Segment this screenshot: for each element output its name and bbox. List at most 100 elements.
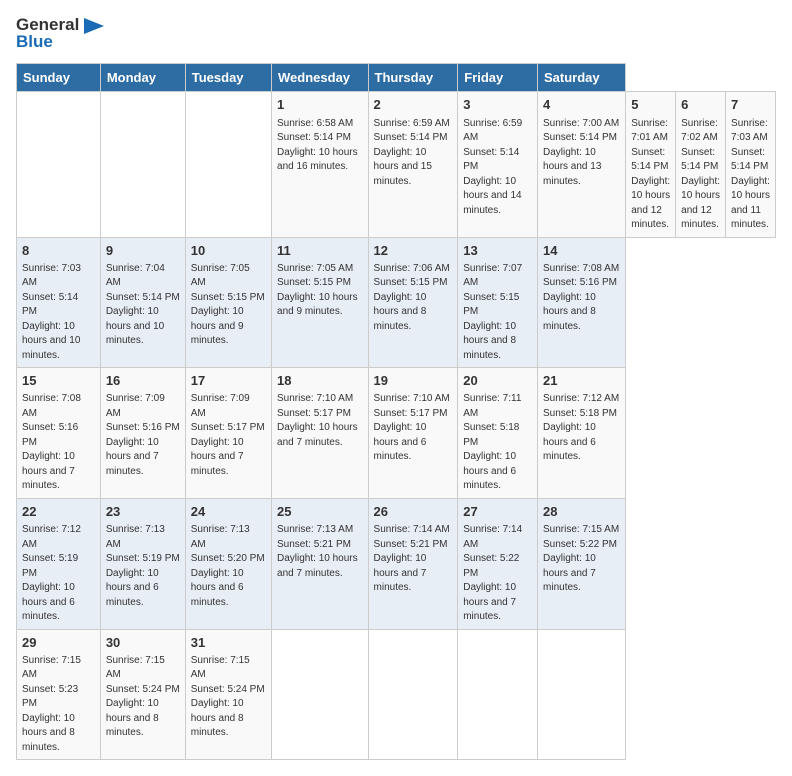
day-number: 26 (374, 503, 453, 521)
calendar-cell (368, 629, 458, 760)
calendar-cell: 3Sunrise: 6:59 AMSunset: 5:14 PMDaylight… (458, 92, 538, 237)
day-number: 17 (191, 372, 266, 390)
day-number: 12 (374, 242, 453, 260)
day-info: Sunrise: 7:14 AMSunset: 5:22 PMDaylight:… (463, 523, 532, 625)
calendar-cell: 10 Sunrise: 7:05 AMSunset: 5:15 PMDayligh… (185, 237, 271, 368)
day-number: 28 (543, 503, 620, 521)
day-info: Sunrise: 6:58 AMSunset: 5:14 PMDaylight:… (277, 117, 363, 175)
calendar-cell: 11Sunrise: 7:05 AMSunset: 5:15 PMDayligh… (272, 237, 369, 368)
week-row-4: 22 Sunrise: 7:12 AMSunset: 5:19 PMDayligh… (17, 498, 776, 629)
header-monday: Monday (100, 64, 185, 92)
calendar-cell: 24 Sunrise: 7:13 AMSunset: 5:20 PMDayligh… (185, 498, 271, 629)
header-friday: Friday (458, 64, 538, 92)
day-number: 22 (22, 503, 95, 521)
calendar-cell: 7 Sunrise: 7:03 AMSunset: 5:14 PMDaylight… (726, 92, 776, 237)
day-info: Sunrise: 7:12 AMSunset: 5:19 PMDaylight:… (22, 523, 95, 625)
calendar-cell: 1 Sunrise: 6:58 AMSunset: 5:14 PMDaylight… (272, 92, 369, 237)
calendar-cell: 13Sunrise: 7:07 AMSunset: 5:15 PMDayligh… (458, 237, 538, 368)
day-info: Sunrise: 7:09 AMSunset: 5:17 PMDaylight:… (191, 392, 266, 479)
day-number: 15 (22, 372, 95, 390)
week-row-5: 29 Sunrise: 7:15 AMSunset: 5:23 PMDayligh… (17, 629, 776, 760)
calendar-cell: 6Sunrise: 7:02 AMSunset: 5:14 PMDaylight… (676, 92, 726, 237)
page-header: General Blue (16, 16, 776, 51)
day-number: 7 (731, 96, 770, 114)
week-row-3: 15 Sunrise: 7:08 AMSunset: 5:16 PMDayligh… (17, 368, 776, 499)
day-number: 9 (106, 242, 180, 260)
calendar-table: SundayMondayTuesdayWednesdayThursdayFrid… (16, 63, 776, 760)
day-number: 13 (463, 242, 532, 260)
day-info: Sunrise: 7:15 AMSunset: 5:24 PMDaylight:… (191, 654, 266, 741)
logo: General Blue (16, 16, 104, 51)
day-info: Sunrise: 6:59 AMSunset: 5:14 PMDaylight:… (463, 117, 532, 219)
header-saturday: Saturday (538, 64, 626, 92)
calendar-cell (458, 629, 538, 760)
day-info: Sunrise: 7:05 AMSunset: 5:15 PMDaylight:… (191, 262, 266, 349)
day-info: Sunrise: 7:15 AMSunset: 5:23 PMDaylight:… (22, 654, 95, 756)
calendar-cell: 21 Sunrise: 7:12 AMSunset: 5:18 PMDayligh… (538, 368, 626, 499)
day-info: Sunrise: 7:14 AMSunset: 5:21 PMDaylight:… (374, 523, 453, 596)
day-info: Sunrise: 7:10 AMSunset: 5:17 PMDaylight:… (277, 392, 363, 450)
calendar-cell: 22 Sunrise: 7:12 AMSunset: 5:19 PMDayligh… (17, 498, 101, 629)
day-number: 19 (374, 372, 453, 390)
day-info: Sunrise: 7:13 AMSunset: 5:20 PMDaylight:… (191, 523, 266, 610)
calendar-cell: 28 Sunrise: 7:15 AMSunset: 5:22 PMDayligh… (538, 498, 626, 629)
calendar-cell: 23 Sunrise: 7:13 AMSunset: 5:19 PMDayligh… (100, 498, 185, 629)
day-info: Sunrise: 7:00 AMSunset: 5:14 PMDaylight:… (543, 117, 620, 190)
day-info: Sunrise: 7:03 AMSunset: 5:14 PMDaylight:… (731, 117, 770, 233)
calendar-cell (185, 92, 271, 237)
header-tuesday: Tuesday (185, 64, 271, 92)
day-number: 21 (543, 372, 620, 390)
day-info: Sunrise: 7:13 AMSunset: 5:19 PMDaylight:… (106, 523, 180, 610)
day-number: 8 (22, 242, 95, 260)
day-info: Sunrise: 7:01 AMSunset: 5:14 PMDaylight:… (631, 117, 670, 233)
calendar-cell: 30Sunrise: 7:15 AMSunset: 5:24 PMDayligh… (100, 629, 185, 760)
calendar-cell: 19 Sunrise: 7:10 AMSunset: 5:17 PMDayligh… (368, 368, 458, 499)
day-info: Sunrise: 7:08 AMSunset: 5:16 PMDaylight:… (543, 262, 620, 335)
day-number: 4 (543, 96, 620, 114)
day-number: 1 (277, 96, 363, 114)
day-number: 25 (277, 503, 363, 521)
calendar-cell: 31 Sunrise: 7:15 AMSunset: 5:24 PMDayligh… (185, 629, 271, 760)
header-sunday: Sunday (17, 64, 101, 92)
day-number: 18 (277, 372, 363, 390)
calendar-cell (538, 629, 626, 760)
calendar-cell (17, 92, 101, 237)
day-info: Sunrise: 6:59 AMSunset: 5:14 PMDaylight:… (374, 117, 453, 190)
header-wednesday: Wednesday (272, 64, 369, 92)
week-row-2: 8Sunrise: 7:03 AMSunset: 5:14 PMDaylight… (17, 237, 776, 368)
day-info: Sunrise: 7:04 AMSunset: 5:14 PMDaylight:… (106, 262, 180, 349)
day-info: Sunrise: 7:15 AMSunset: 5:24 PMDaylight:… (106, 654, 180, 741)
day-number: 31 (191, 634, 266, 652)
day-info: Sunrise: 7:05 AMSunset: 5:15 PMDaylight:… (277, 262, 363, 320)
day-number: 29 (22, 634, 95, 652)
calendar-cell (272, 629, 369, 760)
calendar-cell: 29 Sunrise: 7:15 AMSunset: 5:23 PMDayligh… (17, 629, 101, 760)
calendar-cell: 12Sunrise: 7:06 AMSunset: 5:15 PMDayligh… (368, 237, 458, 368)
day-info: Sunrise: 7:10 AMSunset: 5:17 PMDaylight:… (374, 392, 453, 465)
calendar-cell: 17 Sunrise: 7:09 AMSunset: 5:17 PMDayligh… (185, 368, 271, 499)
day-info: Sunrise: 7:08 AMSunset: 5:16 PMDaylight:… (22, 392, 95, 494)
calendar-cell: 26 Sunrise: 7:14 AMSunset: 5:21 PMDayligh… (368, 498, 458, 629)
calendar-cell: 20Sunrise: 7:11 AMSunset: 5:18 PMDayligh… (458, 368, 538, 499)
day-info: Sunrise: 7:12 AMSunset: 5:18 PMDaylight:… (543, 392, 620, 465)
day-info: Sunrise: 7:15 AMSunset: 5:22 PMDaylight:… (543, 523, 620, 596)
week-row-1: 1 Sunrise: 6:58 AMSunset: 5:14 PMDaylight… (17, 92, 776, 237)
calendar-cell: 18 Sunrise: 7:10 AMSunset: 5:17 PMDayligh… (272, 368, 369, 499)
calendar-cell: 15 Sunrise: 7:08 AMSunset: 5:16 PMDayligh… (17, 368, 101, 499)
calendar-cell: 5 Sunrise: 7:01 AMSunset: 5:14 PMDaylight… (626, 92, 676, 237)
calendar-cell: 9 Sunrise: 7:04 AMSunset: 5:14 PMDaylight… (100, 237, 185, 368)
day-info: Sunrise: 7:11 AMSunset: 5:18 PMDaylight:… (463, 392, 532, 494)
day-number: 5 (631, 96, 670, 114)
day-info: Sunrise: 7:13 AMSunset: 5:21 PMDaylight:… (277, 523, 363, 581)
header-row: SundayMondayTuesdayWednesdayThursdayFrid… (17, 64, 776, 92)
day-number: 23 (106, 503, 180, 521)
day-number: 14 (543, 242, 620, 260)
day-info: Sunrise: 7:09 AMSunset: 5:16 PMDaylight:… (106, 392, 180, 479)
calendar-cell: 25 Sunrise: 7:13 AMSunset: 5:21 PMDayligh… (272, 498, 369, 629)
calendar-cell: 27Sunrise: 7:14 AMSunset: 5:22 PMDayligh… (458, 498, 538, 629)
day-number: 2 (374, 96, 453, 114)
calendar-cell: 16Sunrise: 7:09 AMSunset: 5:16 PMDayligh… (100, 368, 185, 499)
day-number: 10 (191, 242, 266, 260)
day-number: 24 (191, 503, 266, 521)
calendar-cell: 14 Sunrise: 7:08 AMSunset: 5:16 PMDayligh… (538, 237, 626, 368)
